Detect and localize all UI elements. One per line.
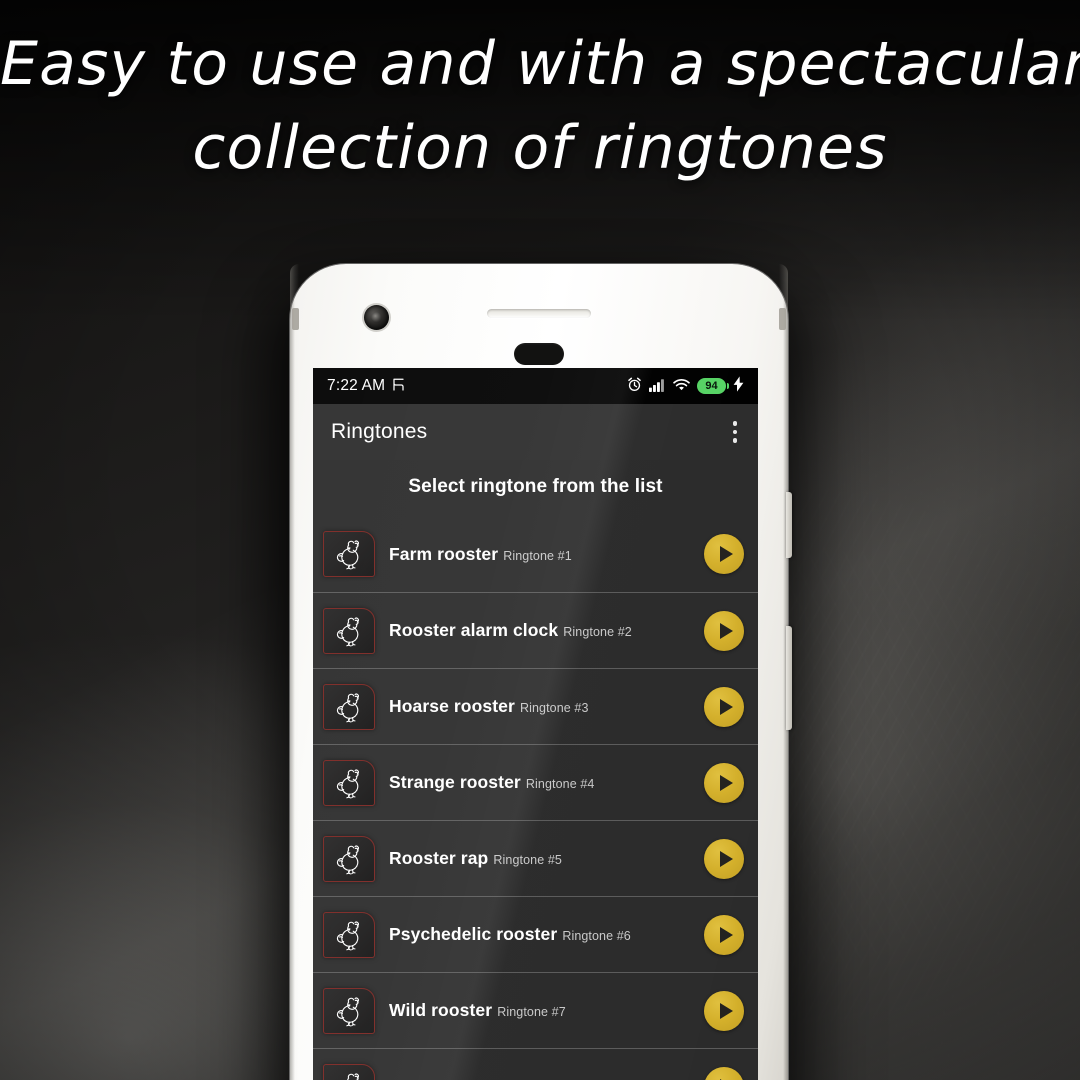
rooster-icon xyxy=(323,607,375,654)
ringtone-subtitle: Ringtone #1 xyxy=(503,548,572,563)
play-icon[interactable] xyxy=(704,990,744,1031)
ringtone-list-item-6[interactable]: Psychedelic rooster Ringtone #6 xyxy=(313,896,758,972)
status-bar-clock: 7:22 AM xyxy=(327,377,386,394)
ringtone-text: Wild rooster Ringtone #7 xyxy=(383,1000,704,1020)
status-bar-right: 94 xyxy=(627,376,744,396)
ringtone-title: Hoarse rooster xyxy=(389,696,515,717)
ringtone-text: Farm rooster Ringtone #1 xyxy=(383,544,704,564)
ringtone-text: Rooster rap Ringtone #5 xyxy=(383,848,704,868)
rooster-icon xyxy=(323,911,375,958)
power-button[interactable] xyxy=(786,492,792,558)
rooster-icon xyxy=(323,835,375,882)
promo-headline-line-2: collection of ringtones xyxy=(192,113,888,183)
alarm-clock-icon xyxy=(627,377,642,396)
ringtone-text: Rooster alarm clock Ringtone #2 xyxy=(383,620,704,640)
proximity-sensor-icon xyxy=(514,343,564,365)
status-bar-left: 7:22 AM xyxy=(327,377,405,396)
phone-left-edge xyxy=(290,264,299,1080)
earpiece-speaker-icon xyxy=(487,309,591,318)
antenna-band-right xyxy=(779,308,786,330)
rooster-icon xyxy=(323,683,375,730)
phone-screen: 7:22 AM 94 Ringtones Select ringtone fro… xyxy=(313,368,758,1080)
play-icon[interactable] xyxy=(704,914,744,955)
ringtone-subtitle: Ringtone #5 xyxy=(493,853,562,868)
ringtone-list-item-8[interactable] xyxy=(313,1048,758,1080)
ringtone-list-item-5[interactable]: Rooster rap Ringtone #5 xyxy=(313,820,758,896)
ringtone-subtitle: Ringtone #7 xyxy=(497,1005,566,1020)
play-icon[interactable] xyxy=(704,762,744,803)
ringtone-subtitle: Ringtone #4 xyxy=(525,777,595,792)
overflow-menu-icon[interactable] xyxy=(728,414,743,450)
rooster-icon xyxy=(323,1063,375,1080)
ringtone-title: Wild rooster xyxy=(389,1000,493,1021)
charging-bolt-icon xyxy=(733,376,744,396)
ringtone-subtitle: Ringtone #3 xyxy=(520,701,589,716)
ringtone-title: Farm rooster xyxy=(389,543,499,564)
rooster-icon xyxy=(323,531,375,577)
play-icon[interactable] xyxy=(704,610,744,651)
promo-screenshot: Easy to use and with a spectacular colle… xyxy=(0,0,1080,1080)
promo-headline-line-1: Easy to use and with a spectacular xyxy=(0,29,1080,99)
ringtone-list: Farm rooster Ringtone #1 Rooster alarm c… xyxy=(313,516,758,1080)
vibrate-mode-icon xyxy=(392,377,405,396)
volume-rocker-button[interactable] xyxy=(786,626,792,730)
list-subheader: Select ringtone from the list xyxy=(313,460,758,516)
play-icon[interactable] xyxy=(704,838,744,879)
ringtone-list-item-1[interactable]: Farm rooster Ringtone #1 xyxy=(313,516,758,592)
ringtone-title: Strange rooster xyxy=(389,772,521,793)
ringtone-text: Strange rooster Ringtone #4 xyxy=(383,772,704,792)
ringtone-subtitle: Ringtone #2 xyxy=(563,625,632,640)
battery-level-label: 94 xyxy=(705,380,718,392)
ringtone-title: Rooster alarm clock xyxy=(389,620,559,641)
antenna-band-left xyxy=(292,308,299,330)
ringtone-list-item-4[interactable]: Strange rooster Ringtone #4 xyxy=(313,744,758,820)
ringtone-list-item-7[interactable]: Wild rooster Ringtone #7 xyxy=(313,972,758,1048)
rooster-icon xyxy=(323,987,375,1034)
promo-headline: Easy to use and with a spectacular colle… xyxy=(0,22,1080,190)
wifi-icon xyxy=(673,377,690,396)
play-icon[interactable] xyxy=(704,1066,744,1080)
cellular-signal-icon xyxy=(649,377,666,396)
phone-mockup: 7:22 AM 94 Ringtones Select ringtone fro… xyxy=(290,264,792,1080)
ringtone-title: Rooster rap xyxy=(389,848,489,869)
play-icon[interactable] xyxy=(704,686,744,727)
ringtone-list-item-2[interactable]: Rooster alarm clock Ringtone #2 xyxy=(313,592,758,668)
front-camera-icon xyxy=(364,305,389,330)
page-title: Ringtones xyxy=(331,420,428,443)
ringtone-list-item-3[interactable]: Hoarse rooster Ringtone #3 xyxy=(313,668,758,744)
app-bar: Ringtones xyxy=(313,404,758,460)
battery-indicator: 94 xyxy=(697,378,729,394)
status-bar: 7:22 AM 94 xyxy=(313,368,758,404)
ringtone-text: Hoarse rooster Ringtone #3 xyxy=(383,696,704,716)
ringtone-title: Psychedelic rooster xyxy=(389,924,558,945)
ringtone-text: Psychedelic rooster Ringtone #6 xyxy=(383,924,704,944)
rooster-icon xyxy=(323,759,375,806)
ringtone-subtitle: Ringtone #6 xyxy=(562,929,631,944)
play-icon[interactable] xyxy=(704,534,744,574)
